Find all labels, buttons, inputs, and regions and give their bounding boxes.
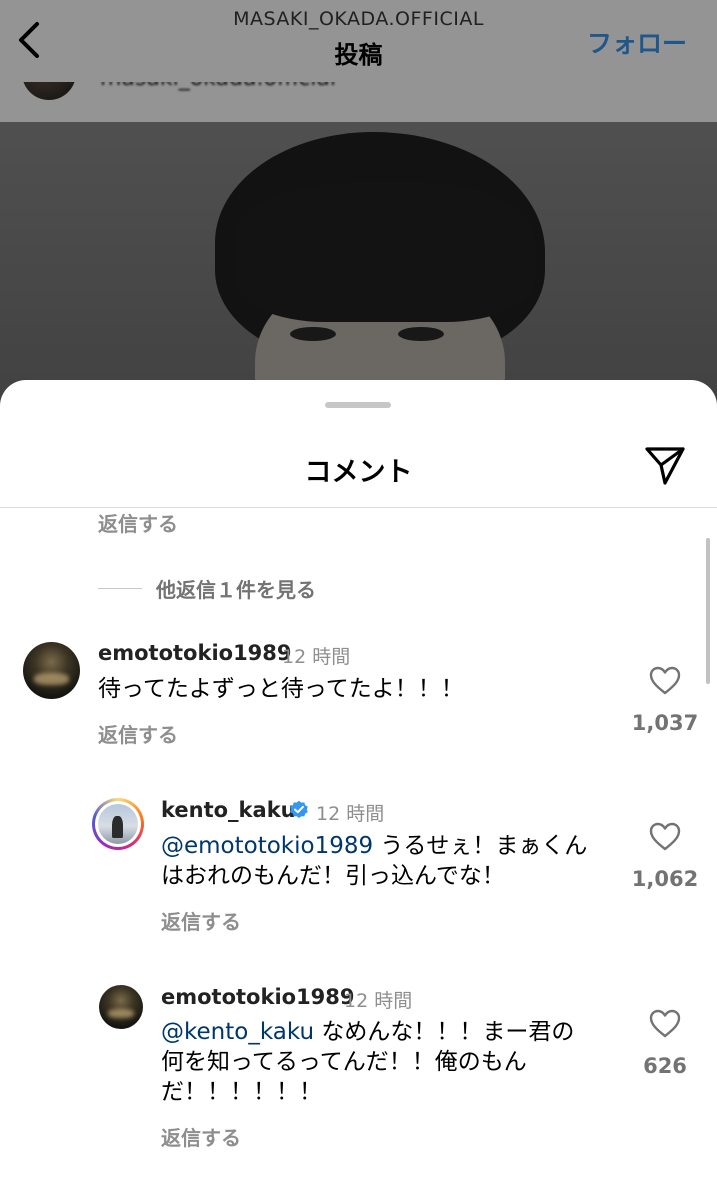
avatar[interactable]: [99, 985, 143, 1029]
like-count[interactable]: 1,062: [625, 867, 705, 891]
comment-text: @kento_kaku なめんな！！！まー君の: [161, 1017, 574, 1047]
like-count[interactable]: 626: [625, 1054, 705, 1078]
comment-time: 12 時間: [282, 646, 351, 668]
comment-username[interactable]: kento_kaku: [161, 798, 296, 822]
like-count[interactable]: 1,037: [625, 711, 705, 735]
comment-text: @emototokio1989 うるせぇ！まぁくん: [161, 831, 587, 861]
sheet-title: コメント: [304, 457, 413, 488]
mention-link[interactable]: @kento_kaku: [161, 1019, 314, 1045]
view-more-replies[interactable]: 他返信１件を見る: [98, 574, 316, 603]
comments-sheet: コメント 返信する 他返信１件を見る emototokio1989 12 時間 …: [0, 380, 717, 1200]
comment-text-line: なめんな！！！まー君の: [314, 1019, 575, 1045]
grab-handle[interactable]: [325, 402, 391, 408]
send-icon[interactable]: [643, 443, 687, 487]
heart-icon[interactable]: [649, 1009, 681, 1039]
reply-button[interactable]: 返信する: [161, 1122, 241, 1151]
divider-line: [98, 588, 142, 589]
heart-icon[interactable]: [649, 822, 681, 852]
comment-text: 待ってたよずっと待ってたよ！！！: [98, 676, 464, 702]
comment-text-line: うるせぇ！まぁくん: [373, 833, 588, 859]
mention-link[interactable]: @emototokio1989: [161, 833, 373, 859]
comment-text-line: はおれのもんだ！引っ込んでな！: [161, 863, 505, 889]
reply-button[interactable]: 返信する: [161, 906, 241, 935]
comment-text-line: だ！！！！！！: [161, 1079, 322, 1105]
comment-time: 12 時間: [344, 990, 413, 1012]
comment-time: 12 時間: [316, 803, 385, 825]
avatar[interactable]: [23, 642, 80, 699]
heart-icon[interactable]: [649, 666, 681, 696]
comment-text-line: 何を知ってるってんだ！！俺のもん: [161, 1049, 527, 1075]
comment-username[interactable]: emototokio1989: [98, 641, 292, 665]
avatar[interactable]: [92, 798, 144, 850]
view-more-replies-label: 他返信１件を見る: [156, 578, 316, 602]
verified-badge-icon: [290, 800, 308, 818]
scrollbar[interactable]: [706, 538, 710, 684]
reply-button[interactable]: 返信する: [98, 719, 178, 748]
comment-username[interactable]: emototokio1989: [161, 985, 355, 1009]
reply-button[interactable]: 返信する: [98, 508, 178, 537]
